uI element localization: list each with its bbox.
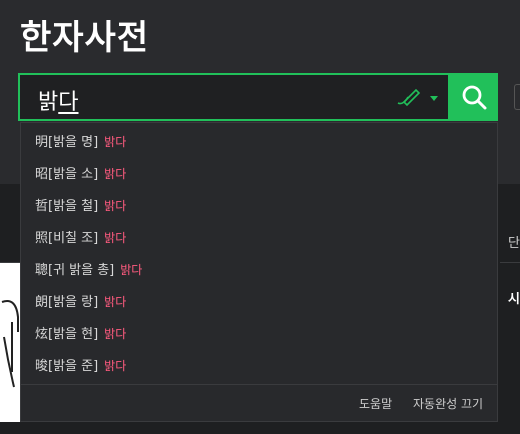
suggestion-text: 明[밝을 명] <box>35 135 99 150</box>
suggestion-match: 밝다 <box>104 135 127 149</box>
suggestion-text: 炫[밝을 현] <box>35 327 99 342</box>
suggestion-match: 밝다 <box>120 263 143 277</box>
suggestion-text: 昭[밝을 소] <box>35 167 99 182</box>
partial-control[interactable] <box>514 84 520 110</box>
suggestion-text: 聰[귀 밝을 총] <box>35 263 115 278</box>
suggestion-match: 밝다 <box>104 327 127 341</box>
side-text: 단 <box>508 236 520 251</box>
dropdown-footer: 도움말 자동완성 끄기 <box>21 384 497 421</box>
suggestion-text: 照[비칠 조] <box>35 231 99 246</box>
suggestion-match: 밝다 <box>104 359 127 373</box>
page-title: 한자사전 <box>20 18 150 58</box>
side-heading: 시 <box>508 292 520 307</box>
suggestion-text: 朗[밝을 랑] <box>35 295 99 310</box>
help-link[interactable]: 도움말 <box>359 395 392 412</box>
handwriting-pen-icon <box>397 88 438 107</box>
autocomplete-off-link[interactable]: 자동완성 끄기 <box>413 395 483 412</box>
query-committed: 밝 <box>38 90 59 115</box>
search-query[interactable]: 밝다 <box>38 84 79 116</box>
divider <box>0 262 20 263</box>
suggestion-text: 哲[밝을 철] <box>35 199 99 214</box>
background-image <box>0 262 20 422</box>
search-button[interactable] <box>450 73 498 121</box>
handwriting-input-button[interactable] <box>394 87 440 109</box>
suggestion-item[interactable]: 炫[밝을 현] 밝다 <box>35 318 126 350</box>
autocomplete-dropdown: 明[밝을 명] 밝다 昭[밝을 소] 밝다 哲[밝을 철] 밝다 照[비칠 조] 밝다 … <box>20 122 498 422</box>
suggestion-item[interactable]: 哲[밝을 철] 밝다 <box>35 190 126 222</box>
suggestion-item[interactable]: 聰[귀 밝을 총] 밝다 <box>35 254 142 286</box>
caret-down-icon <box>430 96 438 101</box>
search-icon <box>462 85 487 110</box>
suggestion-match: 밝다 <box>104 295 127 309</box>
divider <box>500 262 520 263</box>
query-composing: 다 <box>58 90 79 115</box>
suggestion-text: 晙[밝을 준] <box>35 359 99 374</box>
suggestion-item[interactable]: 照[비칠 조] 밝다 <box>35 222 126 254</box>
search-input[interactable]: 밝다 <box>18 73 450 121</box>
suggestion-item[interactable]: 朗[밝을 랑] 밝다 <box>35 286 126 318</box>
suggestion-match: 밝다 <box>104 231 127 245</box>
suggestion-match: 밝다 <box>104 167 127 181</box>
suggestion-item[interactable]: 昭[밝을 소] 밝다 <box>35 158 126 190</box>
suggestion-item[interactable]: 晙[밝을 준] 밝다 <box>35 350 126 382</box>
suggestion-item[interactable]: 明[밝을 명] 밝다 <box>35 126 126 158</box>
suggestion-match: 밝다 <box>104 199 127 213</box>
